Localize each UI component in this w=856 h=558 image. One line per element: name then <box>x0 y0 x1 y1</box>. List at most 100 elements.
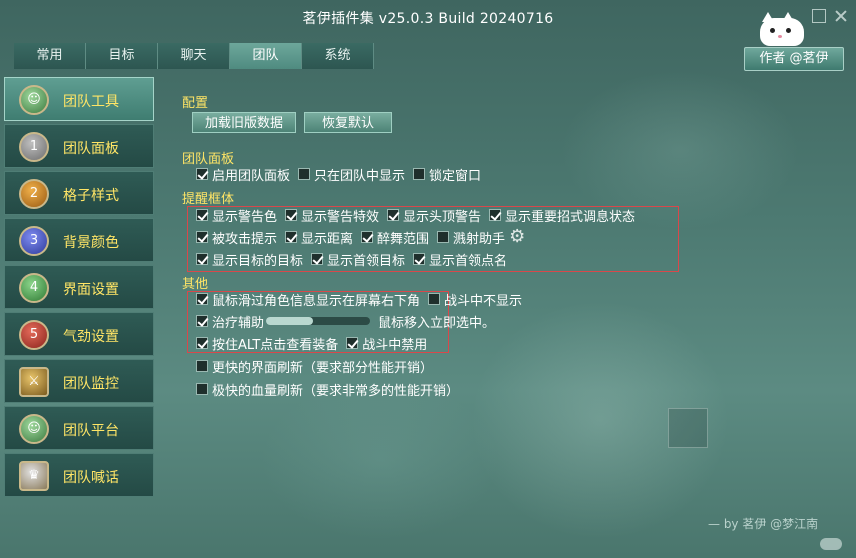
sidebar-item-ui-settings[interactable]: 4 界面设置 <box>4 265 154 309</box>
show-warning-color-option[interactable]: 显示警告色 <box>196 206 277 225</box>
tab-chat[interactable]: 聊天 <box>158 43 230 69</box>
only-in-team-option[interactable]: 只在团队中显示 <box>298 165 405 184</box>
checkbox[interactable] <box>196 168 208 180</box>
sidebar-item-label: 背景颜色 <box>63 235 119 251</box>
sidebar-item-label: 团队监控 <box>63 376 119 392</box>
other-row-4: 更快的界面刷新（要求部分性能开销） <box>196 356 441 376</box>
hat-icon: ♛ <box>19 461 49 491</box>
corner-badge-icon <box>820 538 842 550</box>
sidebar-item-label: 团队工具 <box>63 94 119 110</box>
restore-default-button[interactable]: 恢复默认 <box>304 112 392 133</box>
checkbox[interactable] <box>196 315 208 327</box>
checkbox[interactable] <box>196 337 208 349</box>
section-title-config: 配置 <box>182 96 209 111</box>
cat-mascot-icon <box>752 8 808 48</box>
sidebar-item-label: 团队平台 <box>63 423 119 439</box>
attacked-alert-option[interactable]: 被攻击提示 <box>196 228 277 247</box>
window-title: 茗伊插件集 v25.0.3 Build 20240716 <box>302 11 554 27</box>
checkbox[interactable] <box>311 253 324 265</box>
checkbox[interactable] <box>437 231 450 243</box>
checkbox[interactable] <box>196 383 208 395</box>
gear-icon[interactable]: ⚙ <box>509 228 527 246</box>
footer-credit: — by 茗伊 @梦江南 <box>708 517 819 531</box>
sidebar-item-team-shout[interactable]: ♛ 团队喊话 <box>4 453 154 497</box>
tab-team[interactable]: 团队 <box>230 43 302 69</box>
fastest-hp-refresh-option[interactable]: 极快的血量刷新（要求非常多的性能开销） <box>196 380 459 399</box>
checkbox[interactable] <box>413 253 426 265</box>
heal-slider-label: 鼠标移入立即选中。 <box>378 315 496 331</box>
show-boss-callout-option[interactable]: 显示首领点名 <box>413 250 507 269</box>
checkbox[interactable] <box>196 293 208 305</box>
load-old-data-button[interactable]: 加载旧版数据 <box>192 112 296 133</box>
sidebar-item-label: 气劲设置 <box>63 329 119 345</box>
sidebar-item-bg-color[interactable]: 3 背景颜色 <box>4 218 154 262</box>
sidebar-item-team-platform[interactable]: ☺ 团队平台 <box>4 406 154 450</box>
alert-row-3: 显示目标的目标 显示首领目标 显示首领点名 <box>196 249 515 269</box>
sidebar-item-label: 团队喊话 <box>63 470 119 486</box>
checkbox[interactable] <box>298 168 311 180</box>
people-icon: ☺ <box>19 85 49 115</box>
sword-icon: ⚔ <box>19 367 49 397</box>
sidebar-item-label: 团队面板 <box>63 141 119 157</box>
hide-in-combat-option[interactable]: 战斗中不显示 <box>428 290 522 309</box>
show-distance-option[interactable]: 显示距离 <box>285 228 353 247</box>
sidebar-item-qijin-settings[interactable]: 5 气劲设置 <box>4 312 154 356</box>
other-row-2: 治疗辅助 鼠标移入立即选中。 <box>196 311 495 331</box>
checkbox[interactable] <box>489 209 502 221</box>
number-5-icon: 5 <box>19 320 49 350</box>
heal-slider[interactable] <box>266 317 371 325</box>
other-row-3: 按住ALT点击查看装备 战斗中禁用 <box>196 333 435 353</box>
show-head-warning-option[interactable]: 显示头顶警告 <box>387 206 481 225</box>
number-2-icon: 2 <box>19 179 49 209</box>
checkbox[interactable] <box>196 209 208 221</box>
sidebar: ☺ 团队工具 1 团队面板 2 格子样式 3 背景颜色 4 界面设置 5 气劲设… <box>4 77 154 500</box>
title-bar: 茗伊插件集 v25.0.3 Build 20240716 <box>0 0 856 34</box>
tab-system[interactable]: 系统 <box>302 43 374 69</box>
sidebar-item-team-tools[interactable]: ☺ 团队工具 <box>4 77 154 121</box>
number-4-icon: 4 <box>19 273 49 303</box>
author-button[interactable]: 作者 @茗伊 <box>744 47 844 71</box>
other-row-5: 极快的血量刷新（要求非常多的性能开销） <box>196 379 467 399</box>
show-warning-effect-option[interactable]: 显示警告特效 <box>285 206 379 225</box>
alert-row-1: 显示警告色 显示警告特效 显示头顶警告 显示重要招式调息状态 <box>196 205 643 225</box>
enable-team-panel-option[interactable]: 启用团队面板 <box>196 165 290 184</box>
sidebar-item-team-monitor[interactable]: ⚔ 团队监控 <box>4 359 154 403</box>
alt-click-equipment-option[interactable]: 按住ALT点击查看装备 <box>196 334 338 353</box>
other-row-1: 鼠标滑过角色信息显示在屏幕右下角 战斗中不显示 <box>196 289 530 309</box>
splash-helper-option[interactable]: 溅射助手 <box>437 228 505 247</box>
checkbox[interactable] <box>428 293 441 305</box>
checkbox[interactable] <box>196 360 208 372</box>
sidebar-item-label: 界面设置 <box>63 282 119 298</box>
checkbox[interactable] <box>196 253 208 265</box>
sidebar-item-label: 格子样式 <box>63 188 119 204</box>
main-tabs: 常用 目标 聊天 团队 系统 <box>14 43 374 69</box>
minimize-icon[interactable] <box>812 9 826 23</box>
checkbox[interactable] <box>387 209 400 221</box>
checkbox[interactable] <box>285 231 298 243</box>
tab-common[interactable]: 常用 <box>14 43 86 69</box>
lock-window-option[interactable]: 锁定窗口 <box>413 165 481 184</box>
disable-in-combat-option[interactable]: 战斗中禁用 <box>346 334 427 353</box>
show-target-of-target-option[interactable]: 显示目标的目标 <box>196 250 303 269</box>
tab-target[interactable]: 目标 <box>86 43 158 69</box>
people-icon: ☺ <box>19 414 49 444</box>
slider-fill <box>266 317 313 325</box>
plugin-window: 茗伊插件集 v25.0.3 Build 20240716 常用 目标 聊天 团队… <box>0 0 856 558</box>
checkbox[interactable] <box>285 209 298 221</box>
close-icon[interactable] <box>834 9 848 23</box>
show-boss-target-option[interactable]: 显示首领目标 <box>311 250 405 269</box>
show-skill-cooldown-option[interactable]: 显示重要招式调息状态 <box>489 206 635 225</box>
dance-range-option[interactable]: 醉舞范围 <box>361 228 429 247</box>
checkbox[interactable] <box>196 231 208 243</box>
checkbox[interactable] <box>346 337 359 349</box>
heal-assist-option[interactable]: 治疗辅助 <box>196 312 264 331</box>
alert-row-2: 被攻击提示 显示距离 醉舞范围 溅射助手 ⚙ <box>196 227 527 247</box>
faster-ui-refresh-option[interactable]: 更快的界面刷新（要求部分性能开销） <box>196 357 433 376</box>
settings-panel: 配置 加载旧版数据 恢复默认 团队面板 启用团队面板 只在团队中显示 锁定窗口 … <box>182 90 842 510</box>
skill-slot-icon <box>668 408 708 448</box>
sidebar-item-grid-style[interactable]: 2 格子样式 <box>4 171 154 215</box>
sidebar-item-team-panel[interactable]: 1 团队面板 <box>4 124 154 168</box>
mouse-over-info-option[interactable]: 鼠标滑过角色信息显示在屏幕右下角 <box>196 290 420 309</box>
checkbox[interactable] <box>413 168 426 180</box>
checkbox[interactable] <box>361 231 374 243</box>
